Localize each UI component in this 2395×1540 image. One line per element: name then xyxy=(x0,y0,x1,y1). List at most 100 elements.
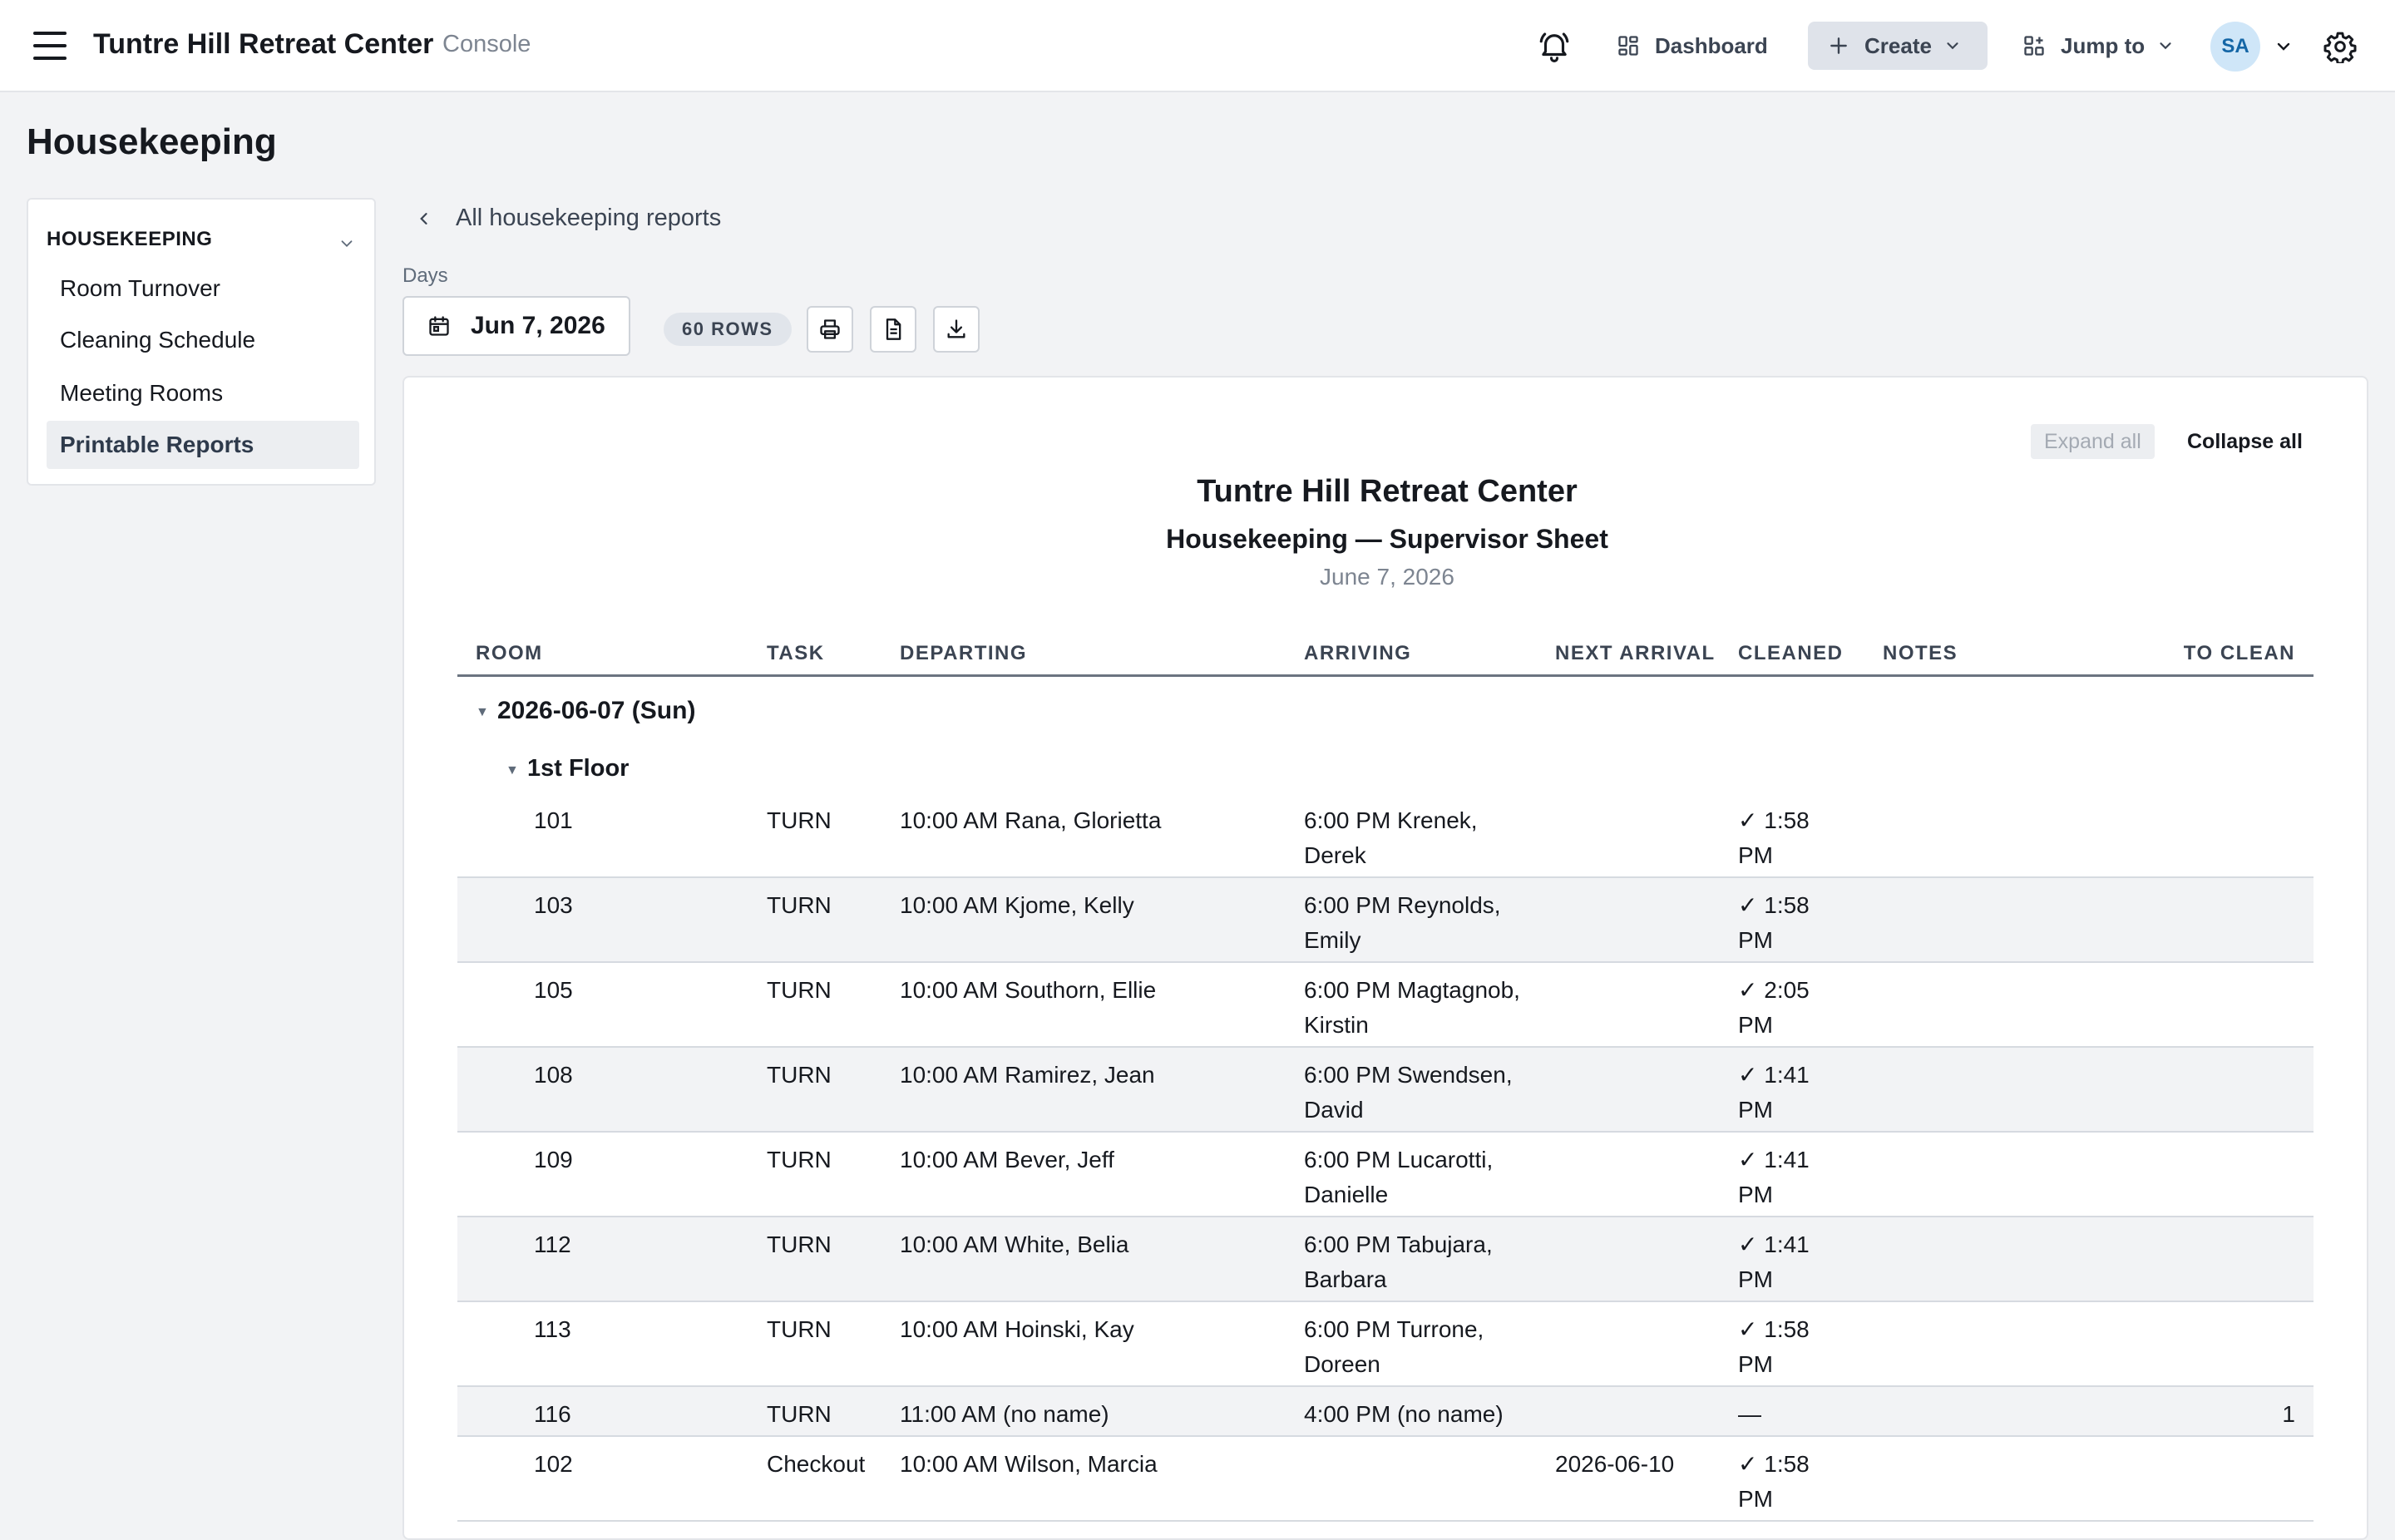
table-row: 101 TURN 10:00 AM Rana, Glorietta 6:00 PM K… xyxy=(457,793,2314,878)
room-cell: 112 xyxy=(534,1232,571,1257)
column-header-next-arrival: NEXT ARRIVAL xyxy=(1555,642,1716,664)
table-row: 116 TURN 11:00 AM (no name) 4:00 PM (no nam… xyxy=(457,1387,2314,1437)
back-to-reports-link[interactable]: All housekeeping reports xyxy=(416,205,721,232)
top-bar: Tuntre Hill Retreat Center Console Dashb… xyxy=(0,0,2395,92)
report-date: June 7, 2026 xyxy=(1320,564,1454,590)
task-cell: TURN xyxy=(767,1062,832,1088)
sidebar-item-meeting-rooms[interactable]: Meeting Rooms xyxy=(47,369,359,417)
sidebar-item-room-turnover[interactable]: Room Turnover xyxy=(47,264,359,313)
table-row: 103 TURN 10:00 AM Kjome, Kelly 6:00 PM Reyn… xyxy=(457,878,2314,963)
apps-icon xyxy=(2024,36,2044,56)
dashboard-nav-button[interactable]: Dashboard xyxy=(1617,22,1768,70)
table-body: 101 TURN 10:00 AM Rana, Glorietta 6:00 PM K… xyxy=(457,793,2314,1522)
expand-all-button[interactable]: Expand all xyxy=(2031,424,2155,459)
arriving-cell: 6:00 PM Lucarotti, Danielle xyxy=(1304,1147,1494,1207)
room-cell: 102 xyxy=(534,1451,573,1477)
chevron-down-icon xyxy=(2160,42,2171,50)
table-header: ROOM TASK DEPARTING ARRIVING NEXT ARRIVA… xyxy=(457,625,2314,677)
room-cell: 101 xyxy=(534,807,573,833)
table-row: 105 TURN 10:00 AM Southorn, Ellie 6:00 PM M… xyxy=(457,963,2314,1048)
room-cell: 109 xyxy=(534,1147,573,1172)
sidebar-item-printable-reports[interactable]: Printable Reports xyxy=(47,421,359,469)
row-count-badge: 60 ROWS xyxy=(664,313,792,346)
app-subtitle: Console xyxy=(442,31,531,57)
arriving-cell: 6:00 PM Swendsen, David xyxy=(1304,1062,1513,1123)
days-label: Days xyxy=(402,264,448,287)
room-cell: 108 xyxy=(534,1062,573,1088)
task-cell: TURN xyxy=(767,977,832,1003)
jump-to-label: Jump to xyxy=(2061,32,2146,58)
notification-bell-icon[interactable] xyxy=(1537,28,1572,63)
download-icon xyxy=(947,319,965,338)
task-cell: TURN xyxy=(767,1401,832,1427)
menu-icon[interactable] xyxy=(33,32,67,60)
document-icon xyxy=(886,318,901,340)
back-link-label: All housekeeping reports xyxy=(456,205,722,231)
task-cell: Checkout xyxy=(767,1451,866,1477)
day-group-header[interactable]: ▼ 2026-06-07 (Sun) xyxy=(457,677,2314,745)
cleaned-cell: ✓ 1:41 PM xyxy=(1738,1062,1810,1123)
sidebar: HOUSEKEEPING Room Turnover Cleaning Sche… xyxy=(27,198,376,486)
chevron-down-icon[interactable] xyxy=(338,234,356,253)
departing-cell: 10:00 AM Wilson, Marcia xyxy=(900,1451,1158,1477)
cleaned-cell: ✓ 2:05 PM xyxy=(1738,977,1810,1038)
export-document-button[interactable] xyxy=(870,306,916,353)
column-header-arriving: ARRIVING xyxy=(1304,642,1412,664)
arriving-cell: 6:00 PM Reynolds, Emily xyxy=(1304,892,1501,953)
departing-cell: 10:00 AM Ramirez, Jean xyxy=(900,1062,1155,1088)
cleaned-cell: ✓ 1:58 PM xyxy=(1738,807,1810,868)
table-row: 108 TURN 10:00 AM Ramirez, Jean 6:00 PM Swe… xyxy=(457,1048,2314,1133)
departing-cell: 10:00 AM White, Belia xyxy=(900,1232,1129,1257)
report-org-name: Tuntre Hill Retreat Center xyxy=(1197,474,1578,509)
column-header-to-clean: TO CLEAN xyxy=(2183,642,2295,664)
arriving-cell: 6:00 PM Magtagnob, Kirstin xyxy=(1304,977,1520,1038)
room-cell: 116 xyxy=(534,1401,571,1427)
sidebar-heading[interactable]: HOUSEKEEPING xyxy=(47,228,212,251)
page-title: Housekeeping xyxy=(27,121,277,162)
collapse-triangle-icon[interactable]: ▼ xyxy=(476,705,489,720)
collapse-triangle-icon[interactable]: ▼ xyxy=(506,763,519,778)
table-row: 102 Checkout 10:00 AM Wilson, Marcia 2026-0… xyxy=(457,1437,2314,1522)
room-cell: 105 xyxy=(534,977,573,1003)
floor-group-label: 1st Floor xyxy=(527,755,630,782)
column-header-departing: DEPARTING xyxy=(900,642,1028,664)
to-clean-cell: 1 xyxy=(2282,1401,2295,1427)
sidebar-item-cleaning-schedule[interactable]: Cleaning Schedule xyxy=(47,316,359,364)
app-title[interactable]: Tuntre Hill Retreat Center xyxy=(93,28,433,61)
create-button[interactable]: Create xyxy=(1808,22,1988,70)
task-cell: TURN xyxy=(767,1316,832,1342)
date-picker-button[interactable]: Jun 7, 2026 xyxy=(402,296,630,356)
task-cell: TURN xyxy=(767,1147,832,1172)
report-panel: Expand all Collapse all Tuntre Hill Retr… xyxy=(402,376,2368,1540)
dashboard-label: Dashboard xyxy=(1655,32,1768,58)
collapse-all-button[interactable]: Collapse all xyxy=(2187,424,2303,459)
floor-group-header[interactable]: ▼ 1st Floor xyxy=(457,745,2314,793)
room-cell: 113 xyxy=(534,1316,571,1342)
cleaned-cell: ✓ 1:41 PM xyxy=(1738,1147,1810,1207)
column-header-room: ROOM xyxy=(476,642,543,664)
chevron-down-icon xyxy=(1947,42,1958,50)
calendar-icon xyxy=(429,316,449,336)
next-arrival-cell: 2026-06-10 xyxy=(1555,1451,1675,1477)
date-value: Jun 7, 2026 xyxy=(471,312,605,339)
gear-icon[interactable] xyxy=(2323,30,2357,63)
printer-icon xyxy=(820,319,840,339)
cleaned-cell: ✓ 1:58 PM xyxy=(1738,1451,1810,1512)
cleaned-cell: — xyxy=(1738,1401,1761,1427)
arriving-cell: 6:00 PM Tabujara, Barbara xyxy=(1304,1232,1493,1292)
departing-cell: 10:00 AM Rana, Glorietta xyxy=(900,807,1162,833)
table-row: 113 TURN 10:00 AM Hoinski, Kay 6:00 PM Turr… xyxy=(457,1302,2314,1387)
column-header-task: TASK xyxy=(767,642,825,664)
dashboard-icon xyxy=(1618,36,1638,56)
plus-icon xyxy=(1830,37,1847,54)
departing-cell: 10:00 AM Bever, Jeff xyxy=(900,1147,1114,1172)
report-table: ROOM TASK DEPARTING ARRIVING NEXT ARRIVA… xyxy=(457,625,2314,1522)
download-button[interactable] xyxy=(933,306,980,353)
chevron-down-icon[interactable] xyxy=(2274,37,2294,57)
print-button[interactable] xyxy=(807,306,853,353)
user-avatar[interactable]: SA xyxy=(2210,22,2260,72)
room-cell: 103 xyxy=(534,892,573,918)
jump-to-button[interactable]: Jump to xyxy=(2022,22,2190,70)
task-cell: TURN xyxy=(767,1232,832,1257)
column-header-cleaned: CLEANED xyxy=(1738,642,1844,664)
